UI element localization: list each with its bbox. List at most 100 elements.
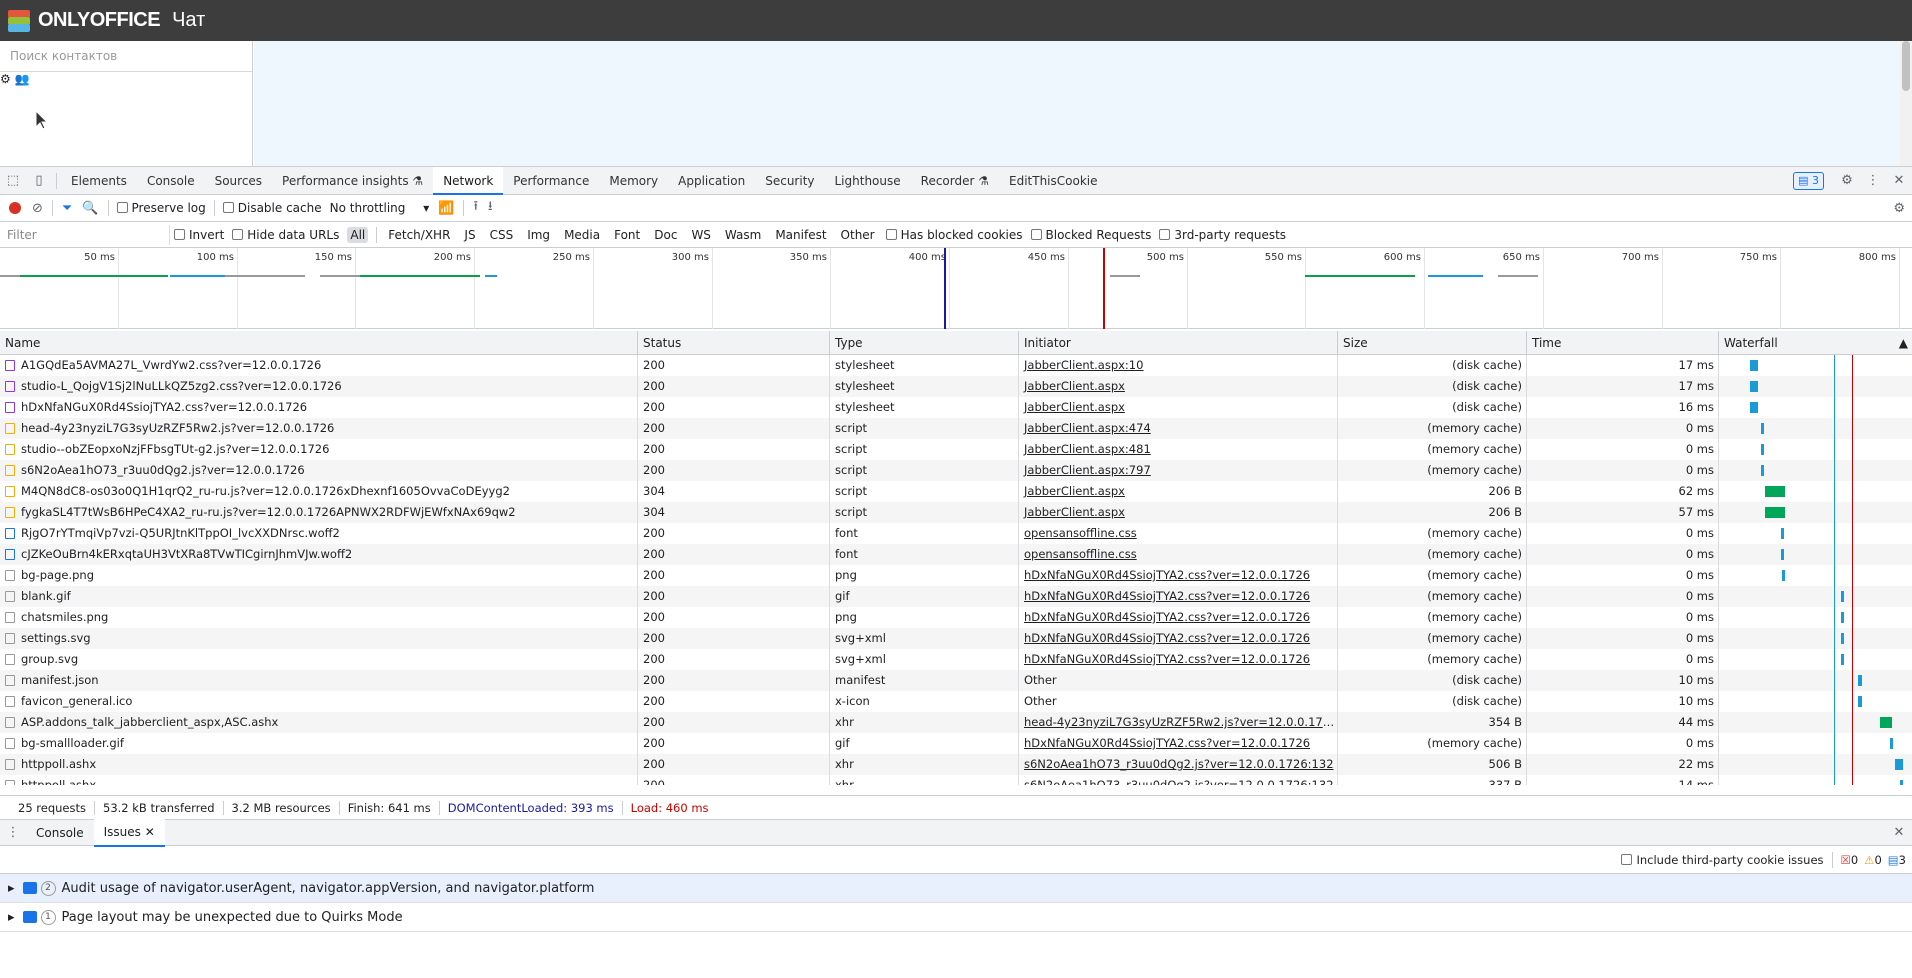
tab-performance-insights[interactable]: Performance insights ⚗ — [272, 167, 433, 195]
request-initiator[interactable]: s6N2oAea1hO73_r3uu0dQg2.js?ver=12.0.0.17… — [1019, 775, 1338, 785]
import-har-icon[interactable]: ⭱ — [473, 197, 478, 219]
issues-badge[interactable]: ▤ 3 — [1793, 172, 1824, 190]
network-overview-timeline[interactable]: 50 ms 100 ms 150 ms 200 ms 250 ms 300 ms 350 m… — [0, 248, 1912, 329]
tab-lighthouse[interactable]: Lighthouse — [825, 167, 911, 195]
tab-console[interactable]: Console — [137, 167, 205, 195]
type-filter-js[interactable]: JS — [461, 227, 478, 243]
type-filter-fetch-xhr[interactable]: Fetch/XHR — [385, 227, 453, 243]
col-waterfall-header[interactable]: Waterfall ▲ — [1719, 331, 1912, 354]
table-row[interactable]: group.svg 200 svg+xml hDxNfaNGuX0Rd4SsiojTY… — [0, 649, 1912, 670]
expand-arrow-icon[interactable]: ▸ — [8, 881, 15, 896]
has-blocked-cookies-checkbox[interactable]: Has blocked cookies — [885, 228, 1023, 242]
tab-performance[interactable]: Performance — [503, 167, 599, 195]
request-initiator[interactable]: head-4y23nyziL7G3syUzRZF5Rw2.js?ver=12.0… — [1019, 712, 1338, 733]
record-button[interactable] — [9, 202, 21, 214]
filter-input[interactable]: Filter — [2, 224, 170, 245]
type-filter-all[interactable]: All — [347, 226, 369, 243]
network-conditions-icon[interactable]: 📶 — [438, 201, 454, 216]
col-initiator-header[interactable]: Initiator — [1019, 331, 1338, 354]
type-filter-ws[interactable]: WS — [688, 227, 713, 243]
type-filter-doc[interactable]: Doc — [651, 227, 680, 243]
tab-editthiscookie[interactable]: EditThisCookie — [999, 167, 1108, 195]
request-initiator[interactable]: opensansoffline.css — [1019, 544, 1338, 565]
table-row[interactable]: bg-smallloader.gif 200 gif hDxNfaNGuX0Rd4Ss… — [0, 733, 1912, 754]
col-status-header[interactable]: Status — [638, 331, 830, 354]
request-initiator[interactable]: JabberClient.aspx — [1019, 397, 1338, 418]
table-row[interactable]: M4QN8dC8-os03o0Q1H1qrQ2_ru-ru.js?ver=12.… — [0, 481, 1912, 502]
preserve-log-checkbox[interactable]: Preserve log — [116, 201, 206, 215]
table-row[interactable]: chatsmiles.png 200 png hDxNfaNGuX0Rd4SsiojT… — [0, 607, 1912, 628]
request-initiator[interactable]: hDxNfaNGuX0Rd4SsiojTYA2.css?ver=12.0.0.1… — [1019, 628, 1338, 649]
third-party-requests-checkbox[interactable]: 3rd-party requests — [1159, 228, 1286, 242]
inspect-element-icon[interactable]: ⬚ — [4, 172, 22, 190]
request-initiator[interactable]: s6N2oAea1hO73_r3uu0dQg2.js?ver=12.0.0.17… — [1019, 754, 1338, 775]
table-row[interactable]: studio-L_QojgV1Sj2lNuLLkQZ5zg2.css?ver=1… — [0, 376, 1912, 397]
table-row[interactable]: A1GQdEa5AVMA27L_VwrdYw2.css?ver=12.0.0.1… — [0, 355, 1912, 376]
tab-network[interactable]: Network — [433, 166, 504, 195]
type-filter-css[interactable]: CSS — [487, 227, 517, 243]
tab-elements[interactable]: Elements — [61, 167, 137, 195]
table-row[interactable]: studio--obZEopxoNzjFFbsgTUt-g2.js?ver=12… — [0, 439, 1912, 460]
drawer-tab-issues[interactable]: Issues ✕ — [93, 818, 165, 847]
close-drawer-icon[interactable]: ✕ — [1890, 824, 1908, 842]
type-filter-img[interactable]: Img — [524, 227, 553, 243]
type-filter-manifest[interactable]: Manifest — [772, 227, 829, 243]
tab-memory[interactable]: Memory — [599, 167, 668, 195]
throttling-select[interactable]: No throttling ▾ — [330, 201, 430, 215]
tab-security[interactable]: Security — [755, 167, 824, 195]
page-scrollbar[interactable] — [1900, 41, 1912, 166]
table-row[interactable]: fygkaSL4T7tWsB6HPeC4XA2_ru-ru.js?ver=12.… — [0, 502, 1912, 523]
network-settings-icon[interactable]: ⚙ — [1893, 201, 1905, 216]
clear-icon[interactable]: ⊘ — [32, 201, 43, 216]
contact-search-input[interactable]: Поиск контактов — [0, 41, 252, 72]
request-initiator[interactable]: JabberClient.aspx — [1019, 481, 1338, 502]
hide-data-urls-checkbox[interactable]: Hide data URLs — [232, 228, 339, 242]
include-third-party-cookie-checkbox[interactable]: Include third-party cookie issues — [1621, 853, 1824, 867]
request-initiator[interactable]: JabberClient.aspx — [1019, 502, 1338, 523]
drawer-menu-icon[interactable]: ⋮ — [4, 824, 22, 842]
table-row[interactable]: s6N2oAea1hO73_r3uu0dQg2.js?ver=12.0.0.17… — [0, 460, 1912, 481]
col-type-header[interactable]: Type — [830, 331, 1019, 354]
table-row[interactable]: RjgO7rYTmqiVp7vzi-Q5URJtnKlTppOI_lvcXXDN… — [0, 523, 1912, 544]
request-initiator[interactable]: hDxNfaNGuX0Rd4SsiojTYA2.css?ver=12.0.0.1… — [1019, 733, 1338, 754]
request-initiator[interactable]: hDxNfaNGuX0Rd4SsiojTYA2.css?ver=12.0.0.1… — [1019, 586, 1338, 607]
col-name-header[interactable]: Name — [0, 331, 638, 354]
table-row[interactable]: hDxNfaNGuX0Rd4SsiojTYA2.css?ver=12.0.0.1… — [0, 397, 1912, 418]
drawer-tab-console[interactable]: Console — [26, 820, 94, 846]
table-row[interactable]: blank.gif 200 gif hDxNfaNGuX0Rd4SsiojTYA2.c… — [0, 586, 1912, 607]
table-row[interactable]: ASP.addons_talk_jabberclient_aspx,ASC.as… — [0, 712, 1912, 733]
tab-application[interactable]: Application — [668, 167, 755, 195]
table-row[interactable]: settings.svg 200 svg+xml hDxNfaNGuX0Rd4Ssio… — [0, 628, 1912, 649]
request-initiator[interactable]: opensansoffline.css — [1019, 523, 1338, 544]
device-toolbar-icon[interactable]: ▯ — [30, 172, 48, 190]
issue-row[interactable]: ▸ 2 Audit usage of navigator.userAgent, … — [0, 874, 1912, 903]
request-initiator[interactable]: JabberClient.aspx:474 — [1019, 418, 1338, 439]
col-time-header[interactable]: Time — [1527, 331, 1719, 354]
type-filter-wasm[interactable]: Wasm — [722, 227, 764, 243]
filter-icon[interactable]: ⏷ — [62, 201, 72, 216]
close-devtools-icon[interactable]: ✕ — [1890, 172, 1908, 190]
table-row[interactable]: head-4y23nyziL7G3syUzRZF5Rw2.js?ver=12.0… — [0, 418, 1912, 439]
settings-gear-icon[interactable]: ⚙ — [0, 72, 11, 86]
settings-gear-icon[interactable]: ⚙ — [1838, 172, 1856, 190]
type-filter-font[interactable]: Font — [611, 227, 643, 243]
disable-cache-checkbox[interactable]: Disable cache — [222, 201, 322, 215]
table-row[interactable]: manifest.json 200 manifest Other (disk cache… — [0, 670, 1912, 691]
request-initiator[interactable]: JabberClient.aspx:797 — [1019, 460, 1338, 481]
request-initiator[interactable]: hDxNfaNGuX0Rd4SsiojTYA2.css?ver=12.0.0.1… — [1019, 607, 1338, 628]
table-row[interactable]: httppoll.ashx 200 xhr s6N2oAea1hO73_r3uu0dQ… — [0, 754, 1912, 775]
table-row[interactable]: favicon_general.ico 200 x-icon Other (disk c… — [0, 691, 1912, 712]
table-row[interactable]: cJZKeOuBrn4kERxqtaUH3VtXRa8TVwTICgirnJhm… — [0, 544, 1912, 565]
export-har-icon[interactable]: ⭳ — [488, 197, 493, 219]
issue-row[interactable]: ▸ 1 Page layout may be unexpected due to… — [0, 903, 1912, 932]
close-tab-icon[interactable]: ✕ — [145, 825, 155, 839]
more-options-icon[interactable]: ⋮ — [1864, 172, 1882, 190]
tab-recorder[interactable]: Recorder ⚗ — [911, 167, 999, 195]
request-initiator[interactable]: JabberClient.aspx — [1019, 376, 1338, 397]
group-icon[interactable]: 👥 — [15, 72, 30, 86]
request-initiator[interactable]: JabberClient.aspx:10 — [1019, 355, 1338, 376]
tab-sources[interactable]: Sources — [205, 167, 272, 195]
table-row[interactable]: bg-page.png 200 png hDxNfaNGuX0Rd4SsiojTYA2… — [0, 565, 1912, 586]
type-filter-media[interactable]: Media — [561, 227, 603, 243]
expand-arrow-icon[interactable]: ▸ — [8, 910, 15, 925]
